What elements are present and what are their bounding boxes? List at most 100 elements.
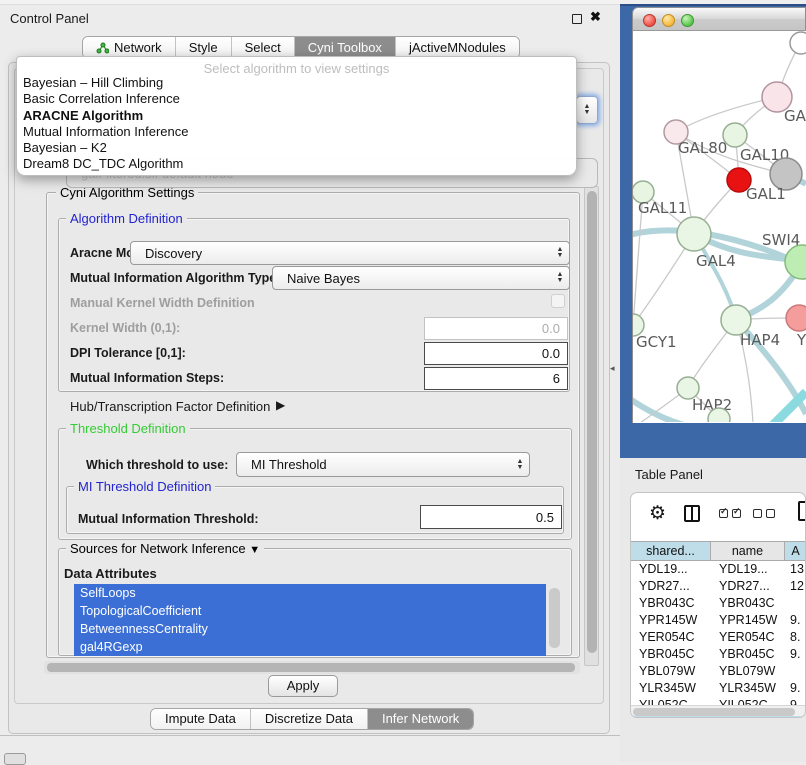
algorithm-dropdown-popup: Select algorithm to view settings Bayesi…: [16, 56, 577, 176]
control-panel: Control Panel ✖ Network Style Select Cyn…: [0, 0, 620, 762]
dpi-tolerance-label: DPI Tolerance [0,1]:: [70, 346, 186, 360]
scrollbar-thumb[interactable]: [47, 663, 575, 672]
tab-impute-data[interactable]: Impute Data: [151, 709, 250, 729]
collapse-arrow-icon: ▼: [249, 544, 260, 556]
popup-placeholder: Select algorithm to view settings: [17, 57, 576, 75]
cyni-bottom-tabbar: Impute Data Discretize Data Infer Networ…: [150, 708, 474, 730]
network-node-gal4[interactable]: [677, 217, 711, 251]
tab-discretize-data[interactable]: Discretize Data: [250, 709, 367, 729]
bottom-left-button[interactable]: [4, 753, 26, 765]
zoom-traffic-light-icon[interactable]: [681, 14, 694, 27]
table-card: ⚙ ✓ ✓ shared... name A YDL19... YDL19...…: [630, 492, 806, 718]
algorithm-definition-legend: Algorithm Definition: [66, 211, 187, 226]
table-row[interactable]: YDL19... YDL19... 13: [631, 561, 806, 578]
deselect-all-icon[interactable]: [766, 509, 775, 518]
close-icon[interactable]: ✖: [590, 9, 601, 25]
network-node[interactable]: [790, 32, 806, 54]
table-panel: Table Panel ⚙ ✓ ✓ shared... name A YDL19…: [620, 458, 806, 762]
attributes-scrollbar-thumb[interactable]: [549, 588, 560, 648]
network-view[interactable]: GALGAL80GAL10GAL1GAL11GAL4SWI4HAP4YGCY1H…: [632, 31, 806, 423]
node-label: GAL80: [678, 139, 727, 157]
kernel-width-label: Kernel Width (0,1):: [70, 321, 180, 335]
table-row[interactable]: YLR345W YLR345W 9.: [631, 680, 806, 697]
top-strip: [0, 0, 620, 5]
network-window-titlebar[interactable]: [632, 7, 806, 31]
bottom-divider: [0, 735, 621, 736]
tab-network[interactable]: Network: [83, 37, 175, 58]
close-traffic-light-icon[interactable]: [643, 14, 656, 27]
apply-button[interactable]: Apply: [268, 675, 338, 697]
data-attributes-list[interactable]: SelfLoops TopologicalCoefficient Between…: [74, 584, 546, 656]
table-row[interactable]: YPR145W YPR145W 9.: [631, 612, 806, 629]
popup-item-mutual-information[interactable]: Mutual Information Inference: [17, 124, 576, 140]
popup-item-bayesian-hill-climbing[interactable]: Bayesian – Hill Climbing: [17, 75, 576, 91]
manual-kernel-label: Manual Kernel Width Definition: [70, 296, 255, 310]
column-header-name[interactable]: name: [711, 542, 785, 560]
file-icon[interactable]: [798, 501, 806, 521]
network-canvas[interactable]: GALGAL80GAL10GAL1GAL11GAL4SWI4HAP4YGCY1H…: [633, 31, 806, 422]
table-row[interactable]: YBR043C YBR043C: [631, 595, 806, 612]
table-row[interactable]: YBL079W YBL079W: [631, 663, 806, 680]
node-label: SWI4: [762, 231, 800, 249]
table-row[interactable]: YDR27... YDR27... 12: [631, 578, 806, 595]
node-label: HAP4: [740, 331, 780, 349]
network-node-y[interactable]: [786, 305, 806, 331]
sources-legend[interactable]: Sources for Network Inference ▼: [66, 541, 264, 556]
table-row[interactable]: YBR045C YBR045C 9.: [631, 646, 806, 663]
manual-kernel-checkbox[interactable]: [551, 294, 565, 308]
column-header-shared-name[interactable]: shared...: [631, 542, 711, 560]
tab-infer-network[interactable]: Infer Network: [367, 709, 473, 729]
tab-cyni-toolbox[interactable]: Cyni Toolbox: [294, 37, 395, 58]
panel-title: Control Panel: [10, 11, 89, 26]
tab-jactivemnodules[interactable]: jActiveMNodules: [395, 37, 519, 58]
select-all-icon[interactable]: ✓: [732, 509, 741, 518]
network-icon: [96, 42, 109, 54]
expand-arrow-icon[interactable]: ▶: [276, 398, 285, 412]
attribute-item[interactable]: gal4RGexp: [74, 638, 546, 656]
node-label: GAL4: [696, 252, 736, 270]
kernel-width-field[interactable]: 0.0: [424, 317, 568, 340]
node-label: GAL11: [638, 199, 687, 217]
column-header-clipped[interactable]: A: [785, 542, 806, 560]
hub-definition-label[interactable]: Hub/Transcription Factor Definition: [70, 399, 270, 414]
table-row[interactable]: YER054C YER054C 8.: [631, 629, 806, 646]
table-panel-title: Table Panel: [635, 467, 703, 482]
popup-item-aracne[interactable]: ARACNE Algorithm: [17, 108, 576, 124]
float-window-icon[interactable]: [572, 14, 582, 24]
tab-style[interactable]: Style: [175, 37, 231, 58]
mi-threshold-legend: MI Threshold Definition: [74, 479, 215, 494]
mi-threshold-field[interactable]: 0.5: [420, 505, 562, 529]
settings-horizontal-scrollbar[interactable]: [44, 661, 580, 674]
mi-steps-label: Mutual Information Steps:: [70, 371, 224, 385]
splitter-collapse-icon[interactable]: ◂: [610, 363, 615, 374]
stepper-arrows-icon: ▲▼: [551, 247, 569, 259]
attribute-item[interactable]: SelfLoops: [74, 584, 546, 602]
network-node-gal10[interactable]: [723, 123, 747, 147]
scrollbar-thumb[interactable]: [587, 191, 597, 653]
mi-steps-field[interactable]: 6: [424, 367, 568, 390]
attribute-item[interactable]: BetweennessCentrality: [74, 620, 546, 638]
which-threshold-label: Which threshold to use:: [86, 458, 228, 472]
deselect-all-icon[interactable]: [753, 509, 762, 518]
network-node-swi4[interactable]: [785, 245, 806, 279]
popup-item-basic-correlation[interactable]: Basic Correlation Inference: [17, 91, 576, 107]
mi-type-combo[interactable]: Naive Bayes ▲▼: [272, 266, 570, 290]
table-row[interactable]: YIL052C YIL052C 9: [631, 697, 806, 705]
settings-vertical-scrollbar[interactable]: [584, 186, 599, 666]
select-all-icon[interactable]: ✓: [719, 509, 728, 518]
attribute-item[interactable]: TopologicalCoefficient: [74, 602, 546, 620]
which-threshold-combo[interactable]: MI Threshold ▲▼: [236, 452, 530, 477]
popup-item-bayesian-k2[interactable]: Bayesian – K2: [17, 140, 576, 156]
aracne-mode-combo[interactable]: Discovery ▲▼: [130, 241, 570, 265]
algorithm-combo-stepper[interactable]: ▲▼: [576, 96, 598, 124]
tab-select[interactable]: Select: [231, 37, 294, 58]
scrollbar-thumb[interactable]: [633, 708, 795, 716]
columns-icon[interactable]: [684, 505, 700, 522]
minimize-traffic-light-icon[interactable]: [662, 14, 675, 27]
dpi-tolerance-field[interactable]: 0.0: [424, 342, 568, 365]
table-horizontal-scrollbar[interactable]: [631, 705, 806, 716]
popup-item-dream8[interactable]: Dream8 DC_TDC Algorithm: [17, 156, 576, 172]
node-label: Y: [796, 331, 806, 349]
gear-icon[interactable]: ⚙: [649, 502, 666, 525]
data-attributes-label: Data Attributes: [64, 566, 157, 581]
